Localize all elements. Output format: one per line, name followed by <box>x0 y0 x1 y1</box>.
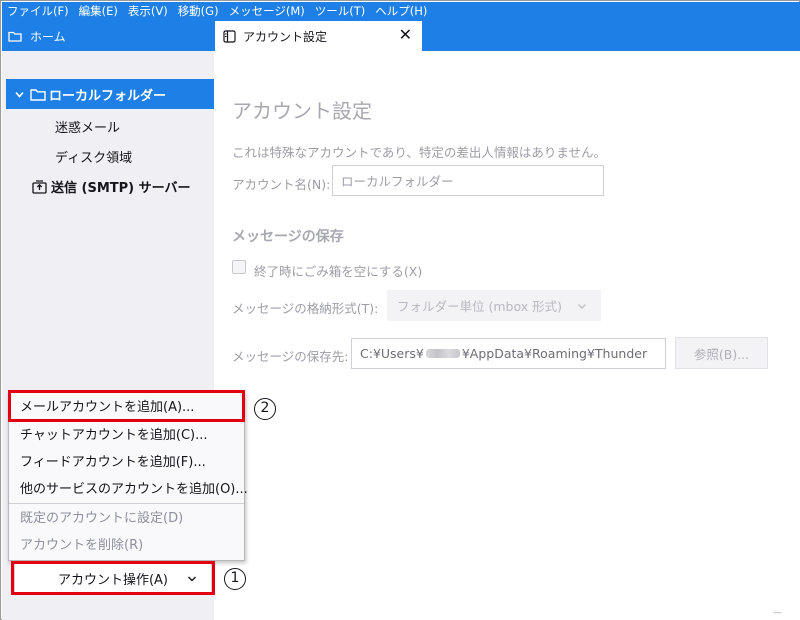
highlight-box-add-mail <box>8 390 245 422</box>
outgoing-server-icon <box>32 179 47 194</box>
tab-account-settings-label: アカウント設定 <box>243 29 328 44</box>
account-settings-pane: アカウント設定 これは特殊なアカウントであり、特定の差出人情報はありません。 ア… <box>214 51 800 620</box>
menu-tools[interactable]: ツール(T) <box>310 2 371 21</box>
empty-trash-checkbox[interactable] <box>232 260 246 274</box>
account-name-label: アカウント名(N): <box>232 177 331 192</box>
menubar: ファイル(F) 編集(E) 表示(V) 移動(G) メッセージ(M) ツール(T… <box>2 2 800 21</box>
chevron-down-icon <box>578 304 586 309</box>
menu-item-set-default: 既定のアカウントに設定(D) <box>20 511 184 526</box>
local-dir-prefix: C:¥Users¥ <box>360 346 424 361</box>
menu-message[interactable]: メッセージ(M) <box>224 2 310 21</box>
menu-item-remove-account: アカウントを削除(R) <box>20 538 144 553</box>
storage-heading: メッセージの保存 <box>232 229 344 245</box>
tab-home-label: ホーム <box>30 29 66 44</box>
menu-item-add-chat-account[interactable]: チャットアカウントを追加(C)... <box>9 423 244 449</box>
chevron-down-icon[interactable] <box>14 89 25 100</box>
sidebar-item-junk[interactable]: 迷惑メール <box>55 117 120 136</box>
menu-item-add-feed-account[interactable]: フィードアカウントを追加(F)... <box>9 450 244 476</box>
menu-separator <box>9 503 244 504</box>
window-frame: ファイル(F) 編集(E) 表示(V) 移動(G) メッセージ(M) ツール(T… <box>0 0 800 620</box>
menu-go[interactable]: 移動(G) <box>173 2 224 21</box>
page-title: アカウント設定 <box>232 99 372 123</box>
menu-help[interactable]: ヘルプ(H) <box>370 2 432 21</box>
empty-trash-label: 終了時にごみ箱を空にする(X) <box>254 264 423 279</box>
tab-account-settings[interactable]: アカウント設定 ✕ <box>215 21 422 51</box>
local-dir-suffix: ¥AppData¥Roaming¥Thunder <box>461 346 648 361</box>
sidebar-item-local-folders[interactable]: ローカルフォルダー <box>6 79 214 109</box>
store-type-value: フォルダー単位 (mbox 形式) <box>397 299 562 314</box>
redacted-username <box>425 349 460 358</box>
store-type-select[interactable]: フォルダー単位 (mbox 形式) <box>387 290 601 321</box>
sidebar-item-smtp[interactable]: 送信 (SMTP) サーバー <box>32 177 191 196</box>
resize-grip: — <box>773 608 782 618</box>
close-icon[interactable]: ✕ <box>399 27 412 43</box>
highlight-box-account-actions <box>11 561 215 595</box>
folder-icon <box>8 31 22 42</box>
account-description: これは特殊なアカウントであり、特定の差出人情報はありません。 <box>232 145 607 160</box>
browse-button[interactable]: 参照(B)... <box>675 337 768 369</box>
menu-edit[interactable]: 編集(E) <box>74 2 123 21</box>
callout-2: 2 <box>254 398 276 420</box>
sidebar-item-label: ローカルフォルダー <box>49 88 167 104</box>
tab-bar: ホーム アカウント設定 ✕ <box>2 21 800 51</box>
store-type-label: メッセージの格納形式(T): <box>232 301 379 316</box>
folder-icon <box>30 88 46 101</box>
menu-item-add-other-account[interactable]: 他のサービスのアカウントを追加(O)... <box>9 477 248 503</box>
settings-page-icon <box>223 29 236 43</box>
tab-home[interactable]: ホーム <box>8 21 66 51</box>
sidebar-item-disk-space[interactable]: ディスク領域 <box>55 147 132 166</box>
local-dir-label: メッセージの保存先: <box>232 349 349 364</box>
menu-file[interactable]: ファイル(F) <box>2 2 74 21</box>
menu-view[interactable]: 表示(V) <box>123 2 173 21</box>
sidebar-item-label: 送信 (SMTP) サーバー <box>51 181 191 196</box>
local-dir-input[interactable]: C:¥Users¥ ¥AppData¥Roaming¥Thunder <box>351 338 666 369</box>
callout-1: 1 <box>224 568 246 590</box>
account-name-input[interactable]: ローカルフォルダー <box>332 165 604 196</box>
